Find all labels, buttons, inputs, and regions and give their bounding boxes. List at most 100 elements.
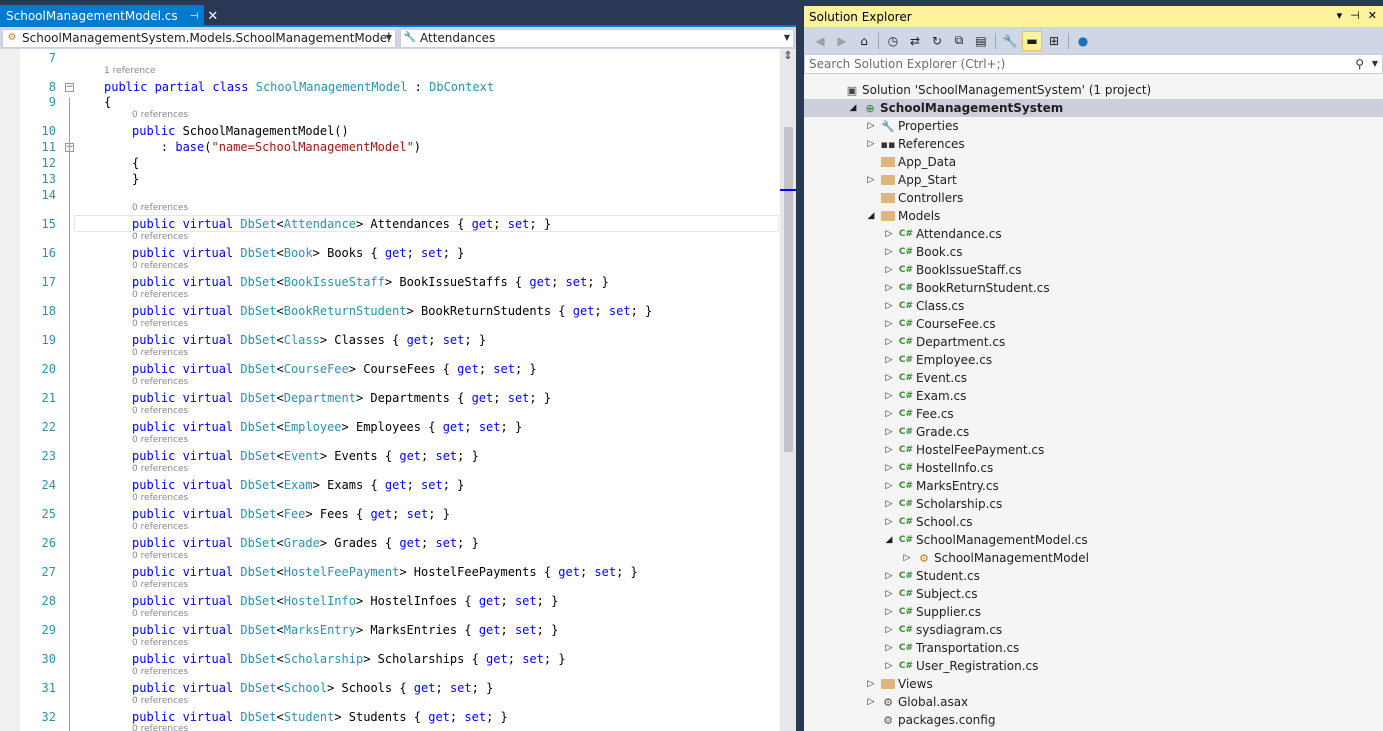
- code-line[interactable]: 12 {: [0, 156, 780, 172]
- tree-item[interactable]: ▷ C# Fee.cs: [804, 405, 1383, 423]
- search-icon[interactable]: ⚲: [1355, 57, 1364, 71]
- close-icon[interactable]: ✕: [207, 9, 218, 24]
- collapsed-arrow-icon[interactable]: ▷: [884, 319, 894, 329]
- tree-item[interactable]: ▷ C# Exam.cs: [804, 387, 1383, 405]
- code-lens-references[interactable]: 0 references: [132, 319, 188, 329]
- tree-item[interactable]: ▷ C# Transportation.cs: [804, 639, 1383, 657]
- code-line[interactable]: 15 public virtual DbSet<Attendance> Atten…: [0, 217, 780, 233]
- code-lens-references[interactable]: 0 references: [132, 290, 188, 300]
- code-line[interactable]: 10 public SchoolManagementModel(): [0, 124, 780, 140]
- expanded-arrow-icon[interactable]: ◢: [866, 211, 876, 221]
- collapsed-arrow-icon[interactable]: ▷: [884, 391, 894, 401]
- collapse-all-icon[interactable]: ⧉: [949, 31, 969, 51]
- pin-icon[interactable]: ⊣: [190, 11, 199, 22]
- code-lens-references[interactable]: 0 references: [132, 724, 188, 731]
- collapsed-arrow-icon[interactable]: ▷: [884, 517, 894, 527]
- forward-icon[interactable]: ▶: [832, 31, 852, 51]
- tree-item[interactable]: ▷ ▪▪ References: [804, 135, 1383, 153]
- collapsed-arrow-icon[interactable]: ▷: [884, 229, 894, 239]
- code-line[interactable]: 32 public virtual DbSet<Student> Students…: [0, 710, 780, 726]
- document-tab[interactable]: SchoolManagementModel.cs ⊣ ✕: [0, 5, 218, 27]
- tree-item[interactable]: ◢ Models: [804, 207, 1383, 225]
- tree-item[interactable]: ▷ 🔧 Properties: [804, 117, 1383, 135]
- tree-item[interactable]: Controllers: [804, 189, 1383, 207]
- code-lens-references[interactable]: 0 references: [132, 348, 188, 358]
- tree-item[interactable]: ▷ ⚙ Global.asax: [804, 693, 1383, 711]
- code-line[interactable]: 13}: [0, 172, 780, 188]
- code-lens-references[interactable]: 0 references: [132, 609, 188, 619]
- code-line[interactable]: 9{: [0, 95, 780, 111]
- code-line[interactable]: 8 public partial class SchoolManagementMo…: [0, 80, 780, 96]
- tree-item[interactable]: ◢ ⊕ SchoolManagementSystem: [804, 99, 1383, 117]
- collapsed-arrow-icon[interactable]: ▷: [866, 139, 876, 149]
- window-menu-icon[interactable]: ▾: [1337, 9, 1343, 22]
- tree-item[interactable]: ▷ C# Event.cs: [804, 369, 1383, 387]
- collapsed-arrow-icon[interactable]: ▷: [884, 661, 894, 671]
- code-line[interactable]: 17 public virtual DbSet<BookIssueStaff> B…: [0, 275, 780, 291]
- code-line[interactable]: 20 public virtual DbSet<CourseFee> Course…: [0, 362, 780, 378]
- member-dropdown[interactable]: 🔧 Attendances ▼: [400, 28, 794, 48]
- pin-icon[interactable]: ⊣: [1350, 9, 1360, 22]
- code-line[interactable]: 7: [0, 51, 780, 67]
- collapsed-arrow-icon[interactable]: ▷: [866, 697, 876, 707]
- sync-icon[interactable]: ⇄: [905, 31, 925, 51]
- code-line[interactable]: 29 public virtual DbSet<MarksEntry> Marks…: [0, 623, 780, 639]
- tree-item[interactable]: ▷ C# Book.cs: [804, 243, 1383, 261]
- code-lens-references[interactable]: 0 references: [132, 667, 188, 677]
- tree-item[interactable]: ▷ C# Department.cs: [804, 333, 1383, 351]
- collapsed-arrow-icon[interactable]: ▷: [884, 427, 894, 437]
- tree-item[interactable]: ◢ C# SchoolManagementModel.cs: [804, 531, 1383, 549]
- tree-item[interactable]: ▷ C# Supplier.cs: [804, 603, 1383, 621]
- code-line[interactable]: 23 public virtual DbSet<Event> Events { g…: [0, 449, 780, 465]
- collapsed-arrow-icon[interactable]: ▷: [884, 571, 894, 581]
- code-line[interactable]: 31 public virtual DbSet<School> Schools {…: [0, 681, 780, 697]
- code-line[interactable]: 11 : base("name=SchoolManagementModel"): [0, 140, 780, 156]
- tree-item[interactable]: ▷ C# CourseFee.cs: [804, 315, 1383, 333]
- code-lens-references[interactable]: 0 references: [132, 580, 188, 590]
- tree-item[interactable]: ▷ C# MarksEntry.cs: [804, 477, 1383, 495]
- code-area[interactable]: 7 1 reference 8 public partial class School…: [0, 49, 780, 731]
- tree-item[interactable]: ▷ C# Grade.cs: [804, 423, 1383, 441]
- tree-item[interactable]: ▷ C# Attendance.cs: [804, 225, 1383, 243]
- code-lens-references[interactable]: 0 references: [132, 493, 188, 503]
- tree-item[interactable]: ▷ C# HostelFeePayment.cs: [804, 441, 1383, 459]
- code-line[interactable]: 16 public virtual DbSet<Book> Books { get…: [0, 246, 780, 262]
- code-line[interactable]: 18 public virtual DbSet<BookReturnStudent…: [0, 304, 780, 320]
- view-class-diagram-icon[interactable]: ⊞: [1044, 31, 1064, 51]
- collapsed-arrow-icon[interactable]: ▷: [884, 247, 894, 257]
- code-lens-references[interactable]: 0 references: [132, 522, 188, 532]
- collapsed-arrow-icon[interactable]: ▷: [902, 553, 912, 563]
- tree-item[interactable]: ▷ C# School.cs: [804, 513, 1383, 531]
- code-lens-references[interactable]: 0 references: [132, 110, 188, 120]
- properties-icon[interactable]: 🔧: [1000, 31, 1020, 51]
- code-line[interactable]: 26 public virtual DbSet<Grade> Grades { g…: [0, 536, 780, 552]
- split-window-icon[interactable]: ⇕: [780, 49, 796, 65]
- back-icon[interactable]: ◀: [810, 31, 830, 51]
- code-line[interactable]: 21 public virtual DbSet<Department> Depar…: [0, 391, 780, 407]
- collapse-region-icon[interactable]: −: [65, 83, 74, 92]
- code-line[interactable]: 22 public virtual DbSet<Employee> Employe…: [0, 420, 780, 436]
- collapsed-arrow-icon[interactable]: ▷: [866, 121, 876, 131]
- code-line[interactable]: 25 public virtual DbSet<Fee> Fees { get; …: [0, 507, 780, 523]
- tree-item[interactable]: ▷ C# Class.cs: [804, 297, 1383, 315]
- collapsed-arrow-icon[interactable]: ▷: [884, 265, 894, 275]
- tree-item[interactable]: ▷ ⚙ SchoolManagementModel: [804, 549, 1383, 567]
- type-dropdown[interactable]: ⚙ SchoolManagementSystem.Models.SchoolMa…: [2, 28, 396, 48]
- collapsed-arrow-icon[interactable]: ▷: [884, 463, 894, 473]
- code-line[interactable]: 24 public virtual DbSet<Exam> Exams { get…: [0, 478, 780, 494]
- pending-changes-icon[interactable]: ●: [1073, 31, 1093, 51]
- tree-item[interactable]: ▷ C# Subject.cs: [804, 585, 1383, 603]
- collapsed-arrow-icon[interactable]: ▷: [866, 175, 876, 185]
- collapsed-arrow-icon[interactable]: ▷: [884, 409, 894, 419]
- collapsed-arrow-icon[interactable]: ▷: [866, 679, 876, 689]
- code-editor[interactable]: SchoolManagementModel.cs ⊣ ✕ ⚙ SchoolMan…: [0, 0, 800, 731]
- collapsed-arrow-icon[interactable]: ▷: [884, 337, 894, 347]
- panel-splitter[interactable]: [796, 0, 804, 731]
- tree-item[interactable]: App_Data: [804, 153, 1383, 171]
- refresh-icon[interactable]: ↻: [927, 31, 947, 51]
- home-icon[interactable]: ⌂: [854, 31, 874, 51]
- tree-item[interactable]: ▷ C# HostelInfo.cs: [804, 459, 1383, 477]
- code-lens-references[interactable]: 0 references: [132, 435, 188, 445]
- tree-item[interactable]: ▷ C# Employee.cs: [804, 351, 1383, 369]
- collapsed-arrow-icon[interactable]: ▷: [884, 481, 894, 491]
